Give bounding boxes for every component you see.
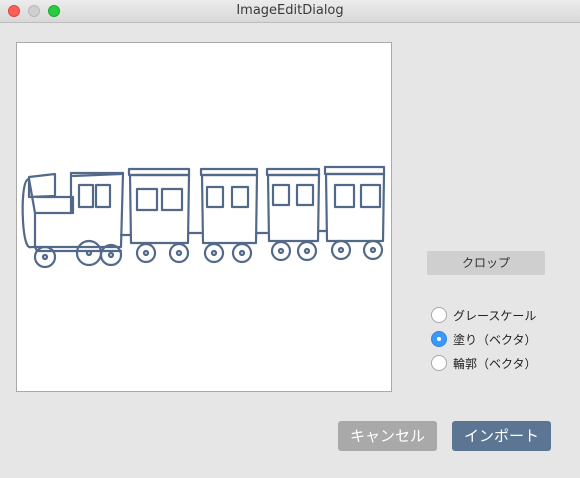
radio-option-outline-vector[interactable]: 輪郭（ベクタ） bbox=[431, 354, 537, 372]
crop-button[interactable]: クロップ bbox=[427, 251, 545, 275]
radio-option-grayscale[interactable]: グレースケール bbox=[431, 306, 536, 324]
image-preview bbox=[16, 42, 392, 392]
radio-button-fill-vector[interactable] bbox=[431, 331, 447, 347]
cancel-button[interactable]: キャンセル bbox=[338, 421, 437, 451]
radio-button-outline-vector[interactable] bbox=[431, 355, 447, 371]
image-edit-dialog: ImageEditDialog クロップ グレースケール 塗り（ベクタ） 輪郭（… bbox=[0, 0, 580, 478]
radio-option-fill-vector[interactable]: 塗り（ベクタ） bbox=[431, 330, 537, 348]
window-title: ImageEditDialog bbox=[236, 3, 344, 18]
title-bar: ImageEditDialog bbox=[0, 0, 580, 23]
radio-button-grayscale[interactable] bbox=[431, 307, 447, 323]
train-drawing bbox=[21, 165, 386, 269]
radio-label-fill-vector: 塗り（ベクタ） bbox=[453, 332, 537, 347]
import-button[interactable]: インポート bbox=[452, 421, 551, 451]
radio-label-outline-vector: 輪郭（ベクタ） bbox=[453, 356, 537, 371]
radio-label-grayscale: グレースケール bbox=[453, 308, 537, 323]
